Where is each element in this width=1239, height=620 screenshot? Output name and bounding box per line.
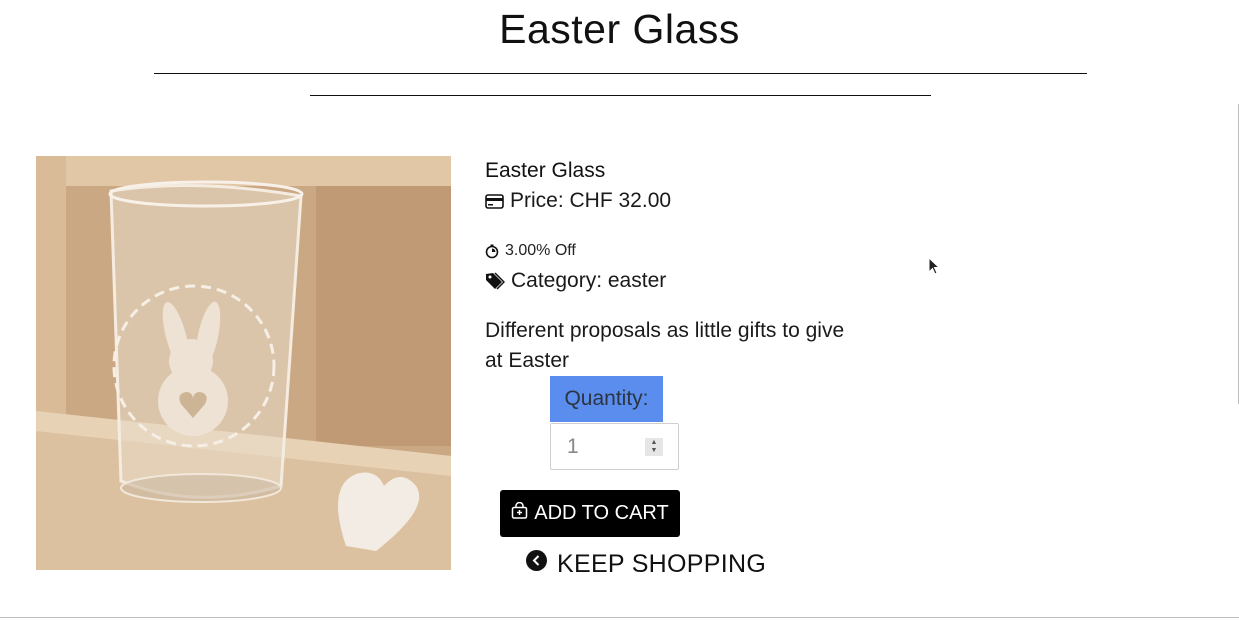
product-description: Different proposals as little gifts to g… (485, 319, 845, 372)
credit-card-icon (485, 193, 504, 209)
product-name: Easter Glass (485, 159, 606, 182)
category-text: Category: easter (511, 269, 667, 292)
add-to-cart-label: ADD TO CART (534, 502, 669, 524)
price-row: Price: CHF 32.00 (485, 189, 671, 213)
stopwatch-icon (485, 244, 499, 259)
spin-down-icon[interactable]: ▼ (651, 447, 658, 455)
quantity-label: Quantity: (550, 376, 663, 422)
quantity-input[interactable] (551, 424, 657, 469)
keep-shopping-link[interactable]: KEEP SHOPPING (526, 550, 766, 579)
shopping-bag-plus-icon (511, 502, 528, 519)
add-to-cart-button[interactable]: ADD TO CART (500, 490, 680, 537)
discount-row: 3.00% Off (485, 242, 576, 260)
category-row: Category: easter (485, 269, 666, 293)
title-divider (154, 73, 1087, 74)
title-divider-short (310, 95, 931, 96)
quantity-stepper[interactable]: ▲ ▼ (550, 423, 679, 470)
tags-icon (485, 272, 505, 290)
discount-text: 3.00% Off (505, 242, 576, 259)
chevron-left-circle-icon (526, 550, 547, 571)
product-image (36, 156, 451, 570)
mouse-cursor-icon (928, 256, 941, 280)
keep-shopping-label: KEEP SHOPPING (557, 550, 767, 578)
price-text: Price: CHF 32.00 (510, 189, 672, 212)
page-title: Easter Glass (499, 6, 740, 52)
quantity-spinner[interactable]: ▲ ▼ (645, 438, 663, 456)
footer-divider (0, 617, 1239, 618)
spin-up-icon[interactable]: ▲ (651, 439, 658, 447)
